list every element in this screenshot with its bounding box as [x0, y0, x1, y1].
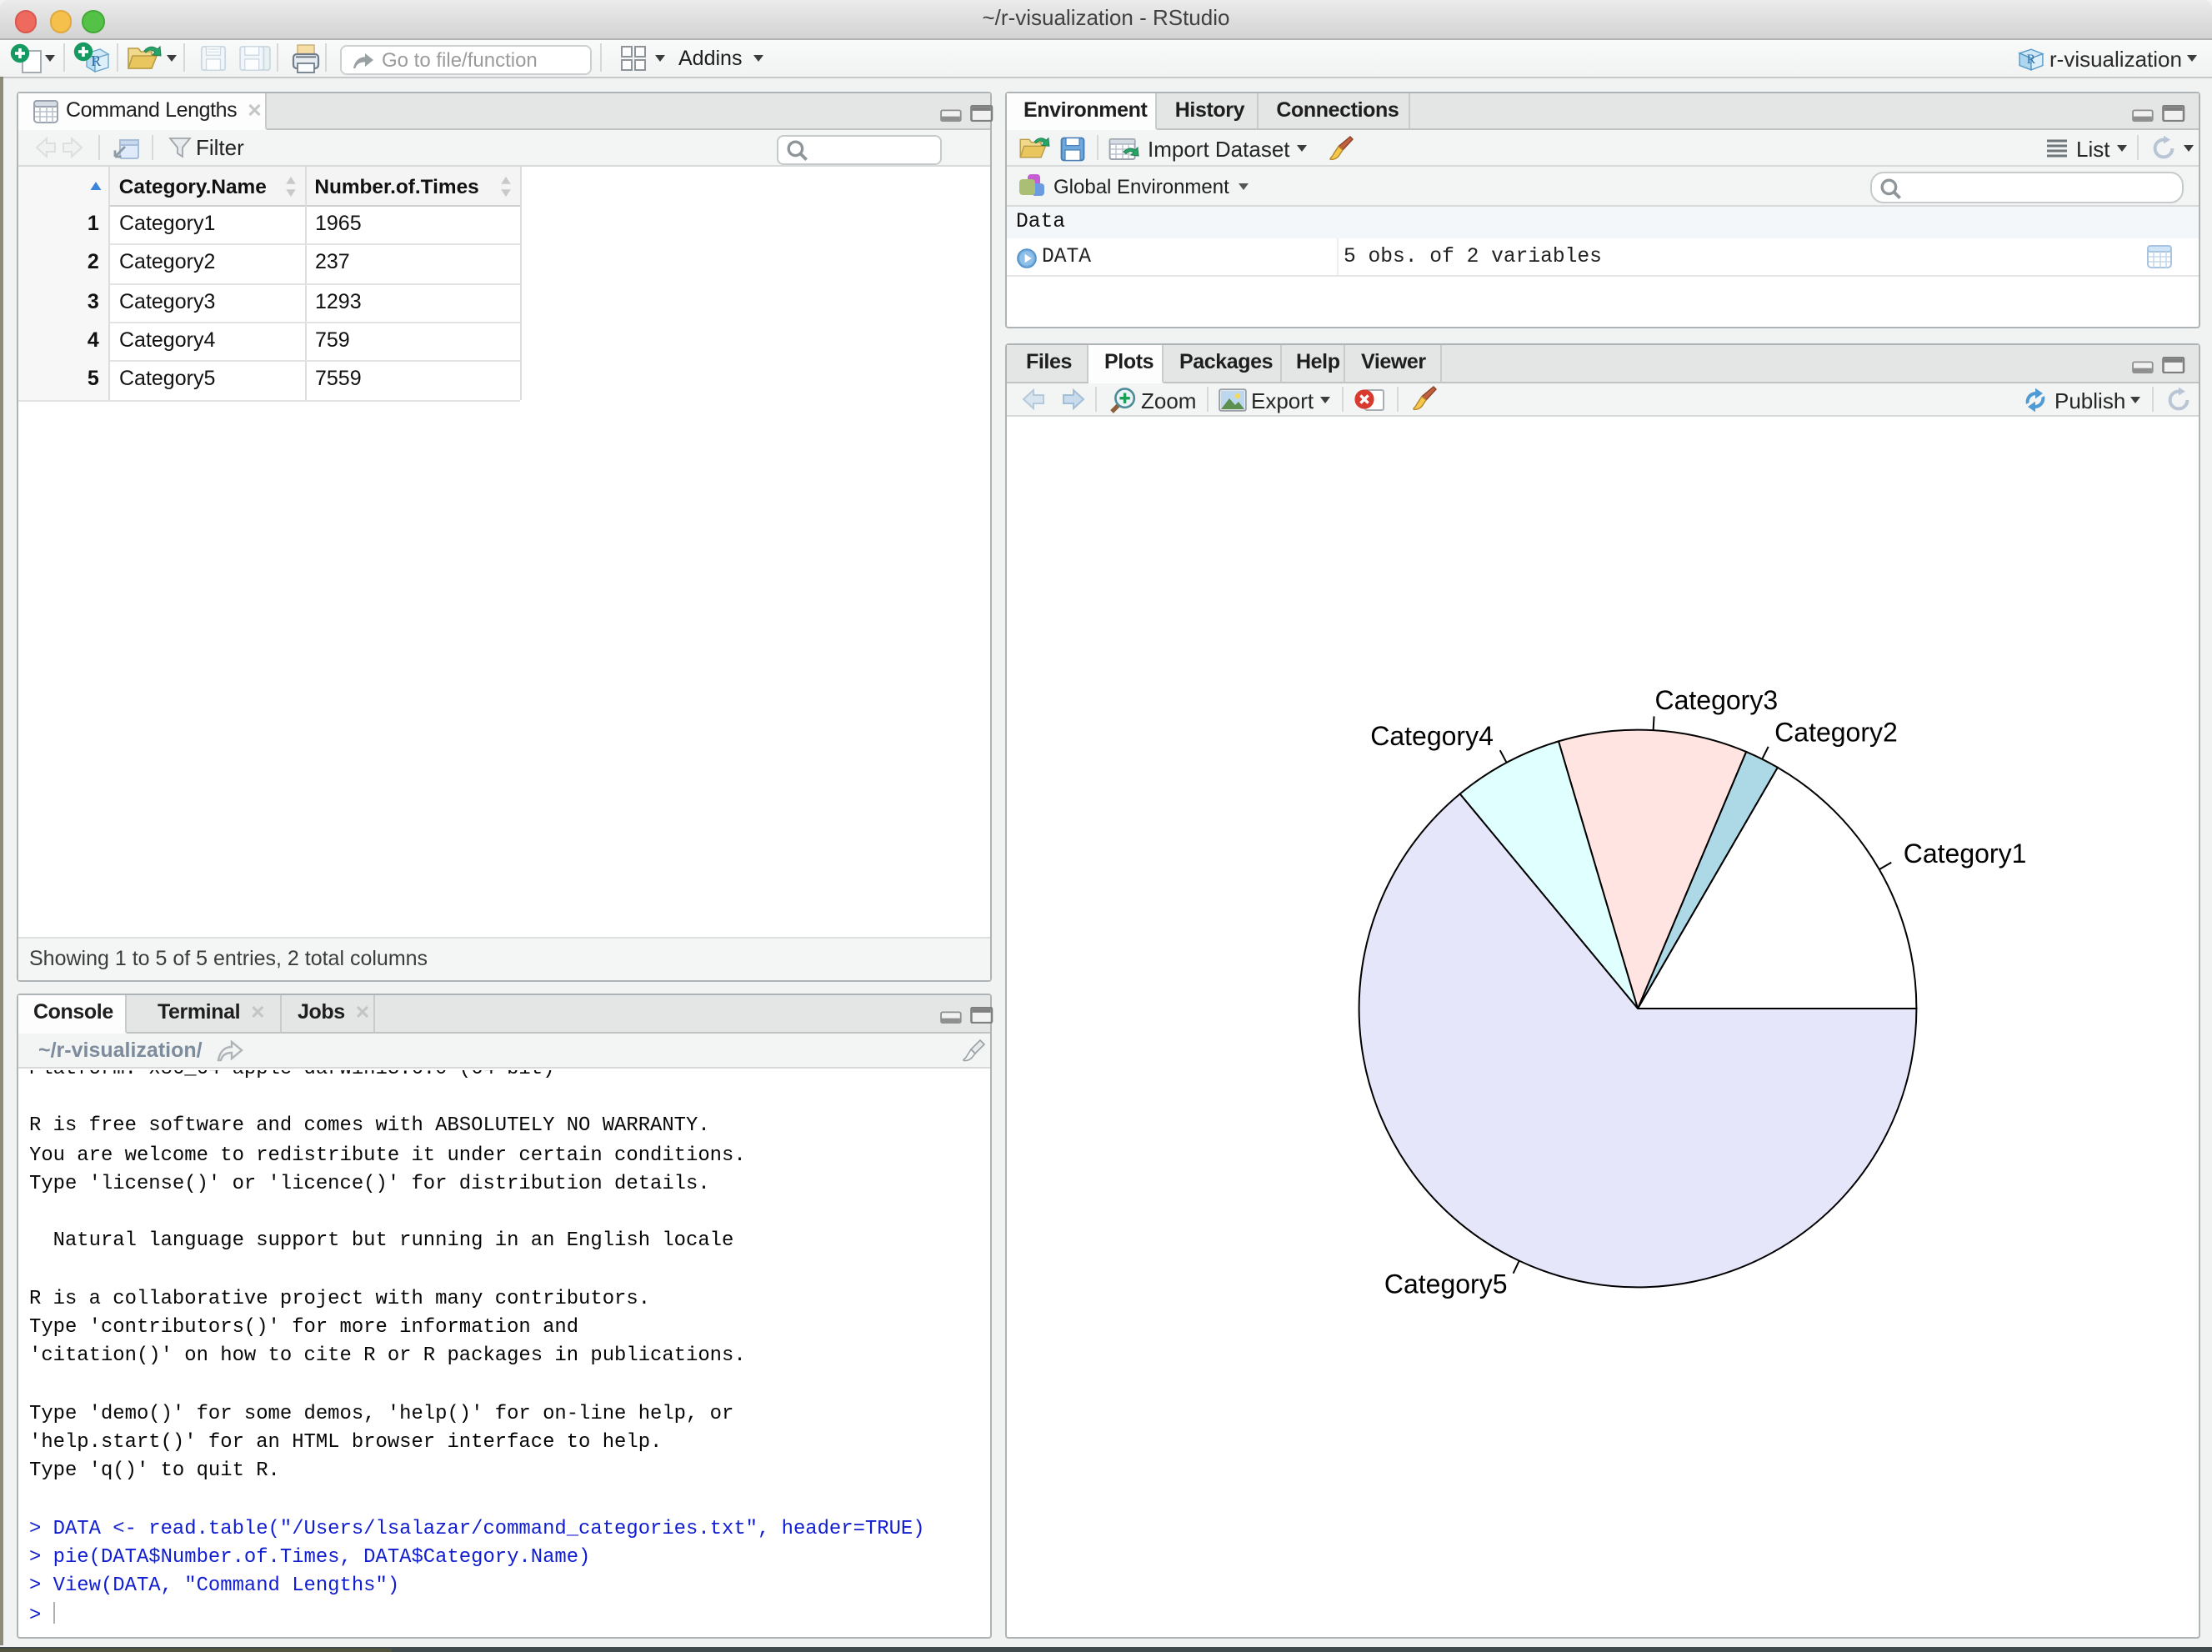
- svg-text:Category2: Category2: [1774, 718, 1897, 748]
- svg-text:Category1: Category1: [1903, 839, 2026, 869]
- svg-text:Category4: Category4: [1369, 721, 1493, 751]
- svg-text:Category5: Category5: [1384, 1269, 1507, 1299]
- svg-text:R: R: [91, 53, 101, 69]
- svg-text:Category3: Category3: [1654, 686, 1777, 716]
- svg-text:R: R: [2027, 53, 2036, 67]
